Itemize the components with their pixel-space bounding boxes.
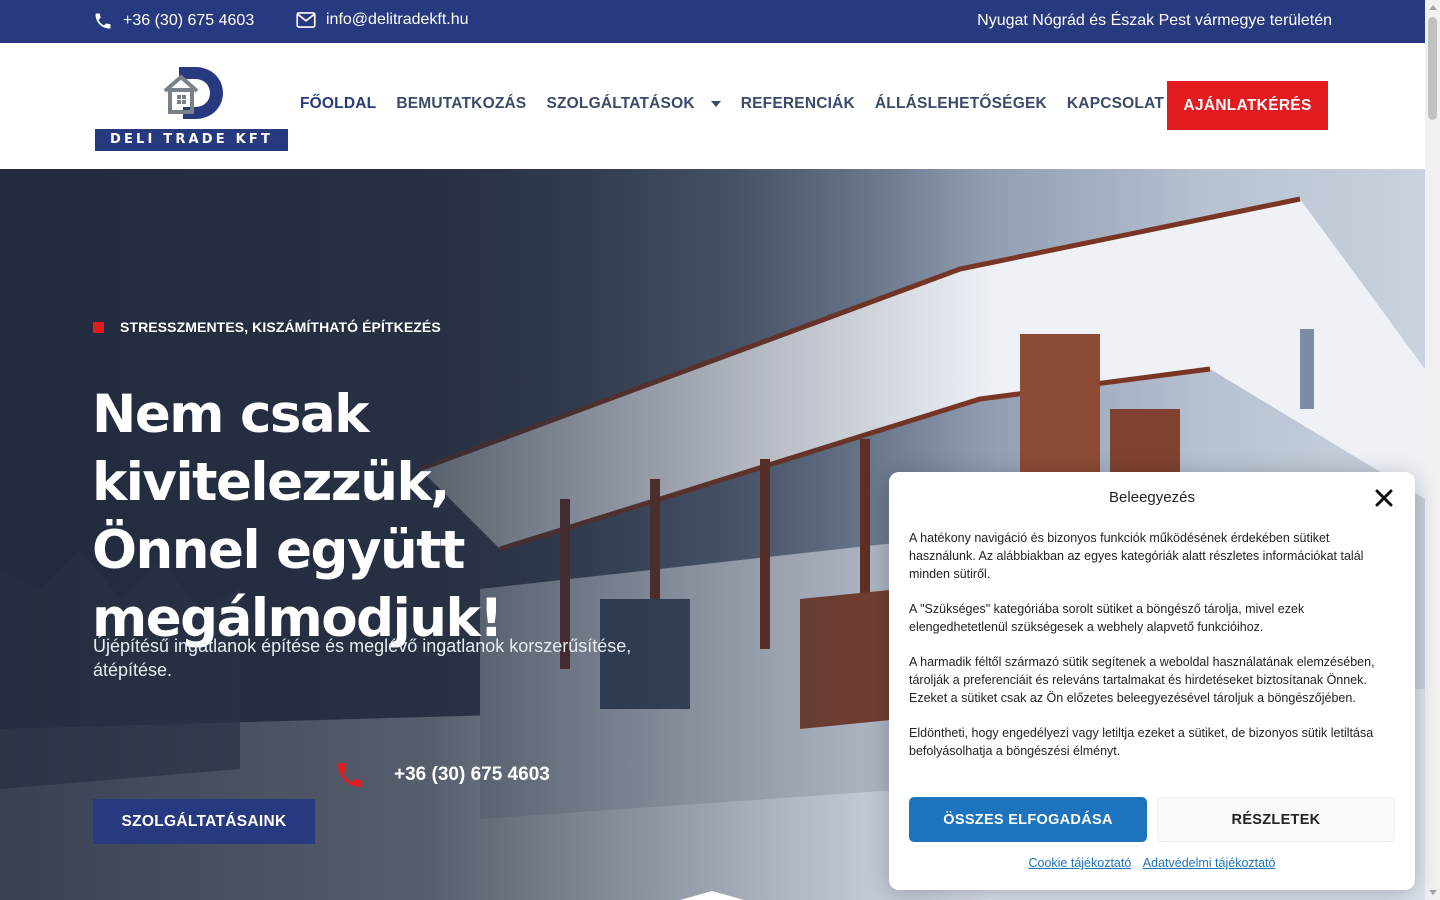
- accept-all-button[interactable]: ÖSSZES ELFOGADÁSA: [909, 797, 1147, 842]
- hero-headline-line-2: Önnel együtt: [92, 520, 465, 581]
- details-button[interactable]: RÉSZLETEK: [1157, 797, 1395, 842]
- site-header: DELI TRADE KFT FŐOLDAL BEMUTATKOZÁS SZOL…: [0, 43, 1425, 169]
- envelope-icon: [296, 12, 316, 28]
- hero-phone-link[interactable]: +36 (30) 675 4603: [334, 759, 550, 791]
- consent-body: A hatékony navigáció és bizonyos funkció…: [909, 529, 1399, 777]
- close-icon[interactable]: [1375, 489, 1393, 507]
- page-scrollbar[interactable]: [1425, 0, 1440, 900]
- scroll-up-arrow-icon[interactable]: [1429, 5, 1437, 10]
- site-logo[interactable]: DELI TRADE KFT: [95, 61, 288, 151]
- phone-icon: [95, 13, 111, 29]
- top-bar: +36 (30) 675 4603 info@delitradekft.hu N…: [0, 0, 1425, 43]
- consent-links: Cookie tájékoztató Adatvédelmi tájékozta…: [889, 856, 1415, 870]
- hero-headline: Nem csak kivitelezzük, Önnel együtt megá…: [92, 381, 712, 653]
- section-divider-notch: [680, 891, 744, 900]
- privacy-policy-link[interactable]: Adatvédelmi tájékoztató: [1143, 856, 1276, 870]
- nav-item-bemutatkozas[interactable]: BEMUTATKOZÁS: [396, 95, 526, 113]
- hero-subtext: Újépítésű ingatlanok építése és meglévő …: [93, 636, 632, 680]
- nav-item-kapcsolat[interactable]: KAPCSOLAT: [1067, 95, 1164, 113]
- cookie-policy-link[interactable]: Cookie tájékoztató: [1028, 856, 1131, 870]
- main-navigation: FŐOLDAL BEMUTATKOZÁS SZOLGÁLTATÁSOK REFE…: [300, 95, 1164, 113]
- service-region-text: Nyugat Nógrád és Észak Pest vármegye ter…: [977, 12, 1332, 29]
- topbar-phone-link[interactable]: +36 (30) 675 4603: [93, 11, 254, 31]
- nav-item-allaslehetosegek[interactable]: ÁLLÁSLEHETŐSÉGEK: [875, 95, 1047, 113]
- hero-headline-line-1: Nem csak kivitelezzük,: [92, 384, 450, 513]
- logo-house-d-icon: [163, 67, 223, 119]
- hero-tagline: STRESSZMENTES, KISZÁMÍTHATÓ ÉPÍTKEZÉS: [93, 319, 441, 335]
- request-quote-button[interactable]: AJÁNLATKÉRÉS: [1167, 81, 1328, 130]
- nav-item-szolgaltatasok[interactable]: SZOLGÁLTATÁSOK: [546, 95, 721, 113]
- topbar-email-text: info@delitradekft.hu: [326, 11, 469, 28]
- consent-paragraph: A hatékony navigáció és bizonyos funkció…: [909, 531, 1364, 581]
- cookie-consent-dialog: Beleegyezés A hatékony navigáció és bizo…: [889, 472, 1415, 890]
- scroll-down-arrow-icon[interactable]: [1429, 890, 1437, 895]
- logo-text: DELI TRADE KFT: [95, 129, 288, 151]
- consent-paragraph: A "Szükséges" kategóriába sorolt sütiket…: [909, 602, 1305, 634]
- nav-item-fooldal[interactable]: FŐOLDAL: [300, 95, 376, 113]
- red-square-icon: [93, 321, 104, 333]
- consent-title: Beleegyezés: [1109, 489, 1195, 506]
- nav-item-szolgaltatasok-label: SZOLGÁLTATÁSOK: [546, 95, 695, 112]
- nav-item-referenciak[interactable]: REFERENCIÁK: [741, 95, 855, 113]
- topbar-phone-text: +36 (30) 675 4603: [123, 12, 255, 29]
- consent-paragraph: Eldöntheti, hogy engedélyezi vagy letilt…: [909, 726, 1374, 758]
- hero-phone-text: +36 (30) 675 4603: [394, 764, 550, 785]
- scrollbar-thumb[interactable]: [1428, 17, 1437, 120]
- consent-paragraph: A harmadik féltől származó sütik segíten…: [909, 655, 1375, 705]
- chevron-down-icon: [710, 101, 721, 107]
- services-button[interactable]: SZOLGÁLTATÁSAINK: [93, 799, 315, 844]
- hero-tagline-text: STRESSZMENTES, KISZÁMÍTHATÓ ÉPÍTKEZÉS: [120, 319, 441, 335]
- phone-icon: [338, 763, 362, 787]
- topbar-email-link[interactable]: info@delitradekft.hu: [296, 11, 469, 29]
